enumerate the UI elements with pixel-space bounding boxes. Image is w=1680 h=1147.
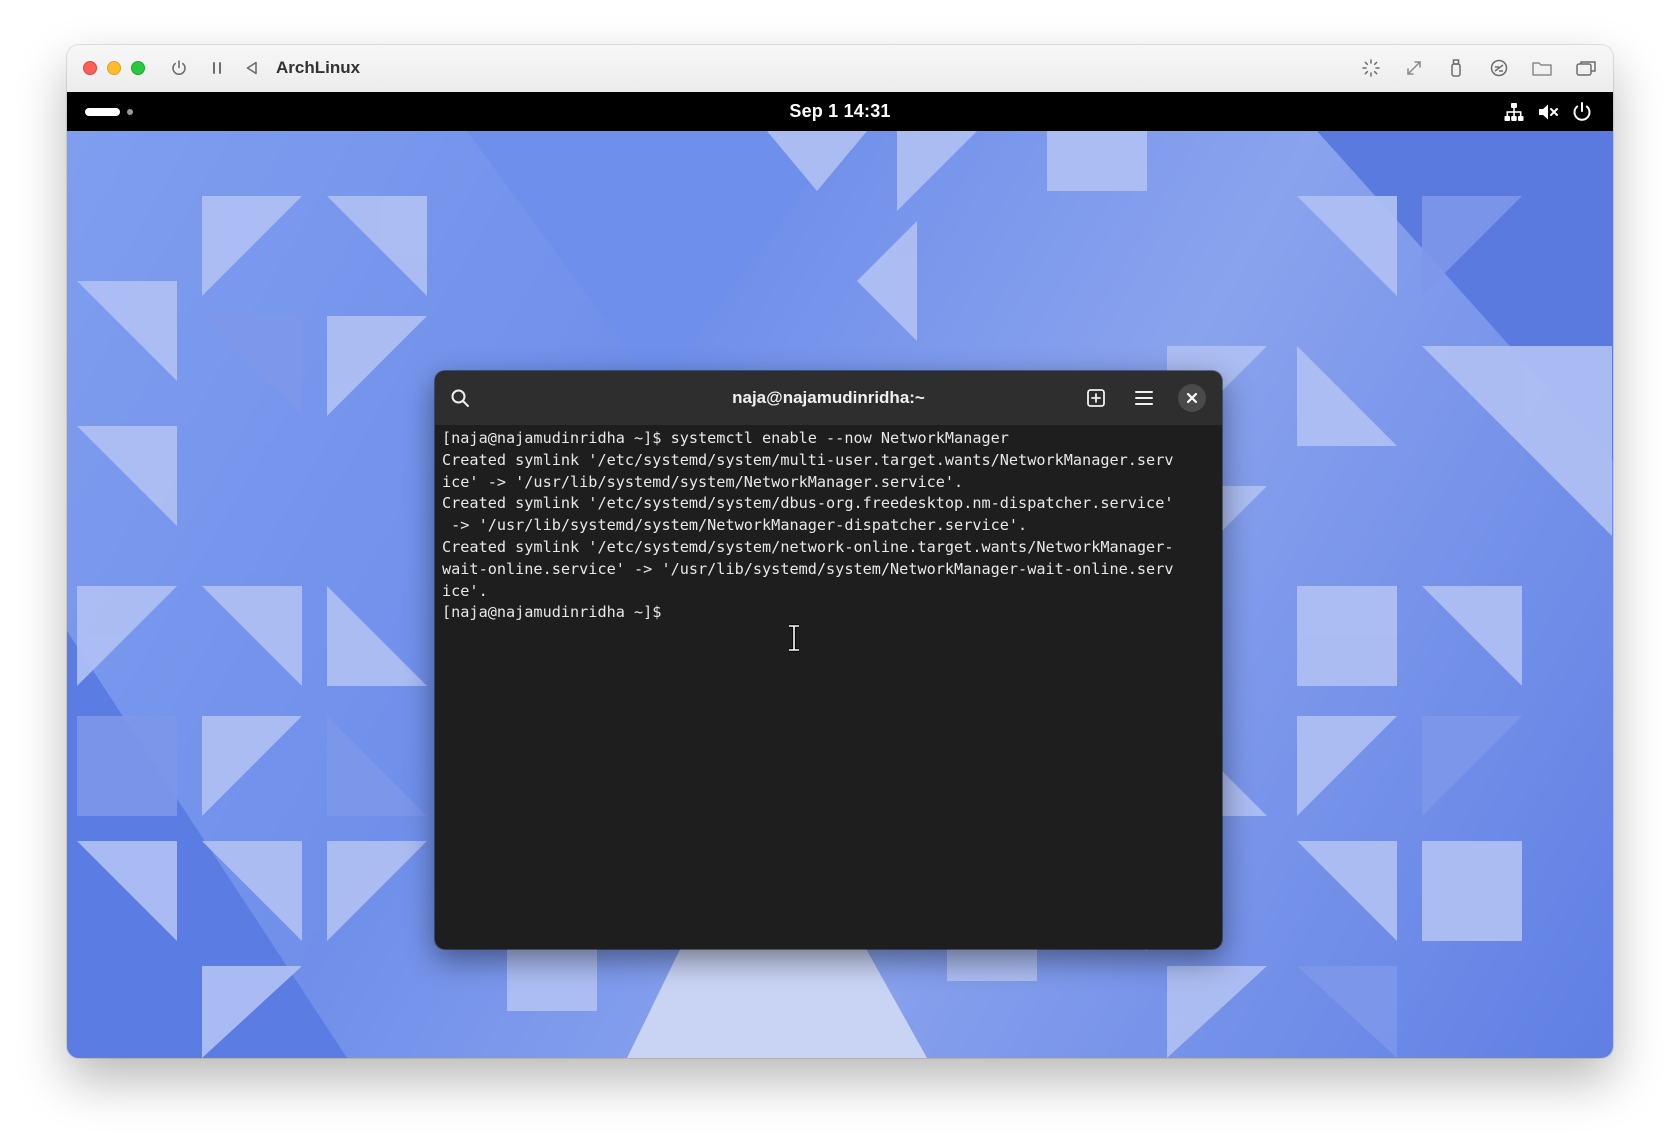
terminal-line: Created symlink '/etc/systemd/system/dbu… — [442, 494, 1174, 513]
power-icon[interactable] — [1570, 100, 1594, 124]
brightness-icon[interactable] — [1360, 57, 1382, 79]
terminal-line: wait-online.service' -> '/usr/lib/system… — [442, 559, 1174, 578]
terminal-line: ice' -> '/usr/lib/systemd/system/Network… — [442, 472, 964, 491]
terminal-headerbar: naja@najamudinridha:~ — [435, 371, 1222, 425]
close-icon[interactable] — [1178, 384, 1206, 412]
shared-folder-icon[interactable] — [1531, 57, 1553, 79]
terminal-line: Created symlink '/etc/systemd/system/net… — [442, 537, 1174, 556]
usb-icon[interactable] — [1445, 57, 1467, 79]
text-cursor-icon — [789, 624, 799, 652]
gnome-top-bar: Sep 1 14:31 — [67, 92, 1613, 131]
vm-title: ArchLinux — [276, 58, 361, 77]
terminal-line: [naja@najamudinridha ~]$ systemctl enabl… — [442, 429, 1009, 447]
zoom-window-button[interactable] — [131, 61, 145, 75]
desktop-wallpaper: naja@najamudinridha:~ [naja@najamudinrid… — [67, 131, 1613, 1058]
network-wired-icon[interactable] — [1502, 100, 1526, 124]
pause-icon[interactable] — [206, 57, 228, 79]
resize-icon[interactable] — [1403, 57, 1425, 79]
new-tab-icon[interactable] — [1082, 384, 1110, 412]
windows-icon[interactable] — [1575, 57, 1597, 79]
network-share-icon[interactable] — [1488, 57, 1510, 79]
speaker-muted-icon[interactable] — [1536, 100, 1560, 124]
terminal-line: Created symlink '/etc/systemd/system/mul… — [442, 450, 1174, 469]
back-icon[interactable] — [241, 57, 263, 79]
terminal-prompt-line[interactable]: [naja@najamudinridha ~]$ — [442, 602, 1216, 624]
hamburger-menu-icon[interactable] — [1130, 384, 1158, 412]
close-window-button[interactable] — [83, 61, 97, 75]
clock[interactable]: Sep 1 14:31 — [67, 101, 1613, 122]
terminal-line: -> '/usr/lib/systemd/system/NetworkManag… — [442, 516, 1028, 535]
terminal-line: ice'. — [442, 581, 488, 600]
minimize-window-button[interactable] — [107, 61, 121, 75]
vm-window: ArchLinux Sep 1 14:31 naja@najamudinridh… — [67, 45, 1613, 1058]
vm-titlebar: ArchLinux — [67, 45, 1613, 93]
terminal-output[interactable]: [naja@najamudinridha ~]$ systemctl enabl… — [442, 428, 1216, 949]
power-icon[interactable] — [168, 57, 190, 79]
terminal-window[interactable]: naja@najamudinridha:~ [naja@najamudinrid… — [435, 371, 1222, 949]
